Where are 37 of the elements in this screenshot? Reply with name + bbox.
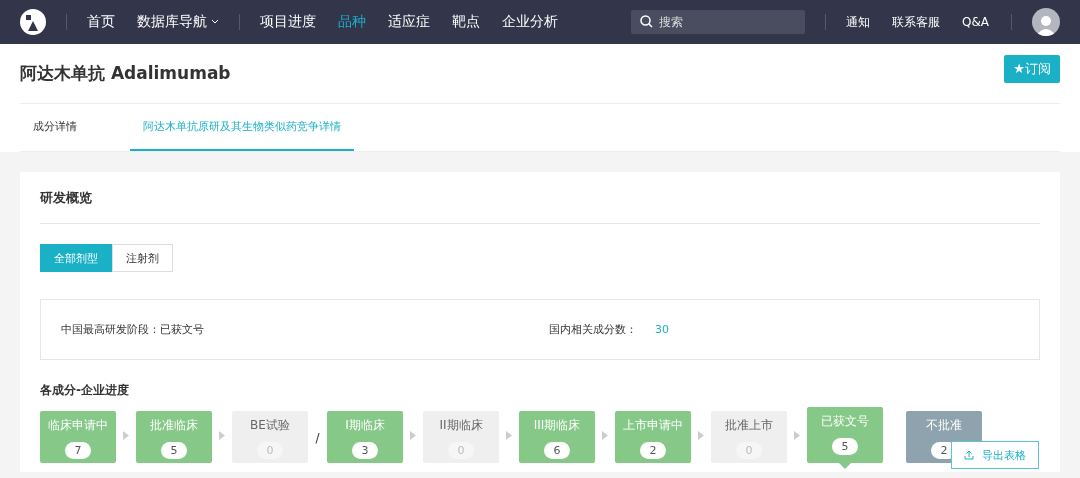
arrow-icon (794, 431, 800, 440)
tab[interactable]: 成分详情 (20, 104, 90, 151)
pointer-icon (839, 463, 851, 469)
arrow-icon (698, 431, 704, 440)
upload-icon (964, 450, 974, 460)
info-label: 国内相关成分数： (549, 323, 637, 336)
section-title: 各成分-企业进度 (40, 382, 130, 399)
nav-item[interactable]: 数据库导航 (137, 13, 238, 31)
section-title: 研发概览 (40, 172, 1040, 224)
stage-card[interactable]: 批准临床 5 (136, 411, 212, 463)
arrow-icon (602, 431, 608, 440)
info-value: 已获文号 (160, 323, 204, 336)
header-link[interactable]: 通知 (846, 13, 870, 31)
stage-card[interactable]: III期临床 6 (519, 411, 595, 463)
header-link[interactable]: 联系客服 (892, 13, 940, 31)
search-field[interactable]: 搜索 (631, 10, 805, 34)
logo-icon (20, 9, 46, 35)
filter-button[interactable]: 注射剂 (112, 244, 173, 272)
search-icon (640, 15, 653, 28)
arrow-icon (123, 431, 129, 440)
stage-card[interactable]: I期临床 3 (327, 411, 403, 463)
info-label: 中国最高研发阶段： (61, 323, 160, 336)
nav-item[interactable]: 品种 (338, 13, 366, 31)
stage-card[interactable]: 上市申请中 2 (615, 411, 691, 463)
header-link[interactable]: Q&A (962, 15, 989, 29)
page-title: 阿达木单抗 Adalimumab (20, 62, 231, 85)
avatar-icon[interactable] (1032, 8, 1060, 36)
nav-item[interactable]: 项目进度 (260, 13, 316, 31)
nav-item[interactable]: 企业分析 (502, 13, 558, 31)
nav-item[interactable]: 首页 (87, 13, 115, 31)
arrow-icon (506, 431, 512, 440)
arrow-icon (219, 431, 225, 440)
nav-item[interactable]: 适应症 (388, 13, 430, 31)
separator-text: / (314, 431, 321, 445)
nav-item[interactable]: 靶点 (452, 13, 480, 31)
stage-card[interactable]: 临床申请中 7 (40, 411, 116, 463)
arrow-icon (410, 431, 416, 440)
